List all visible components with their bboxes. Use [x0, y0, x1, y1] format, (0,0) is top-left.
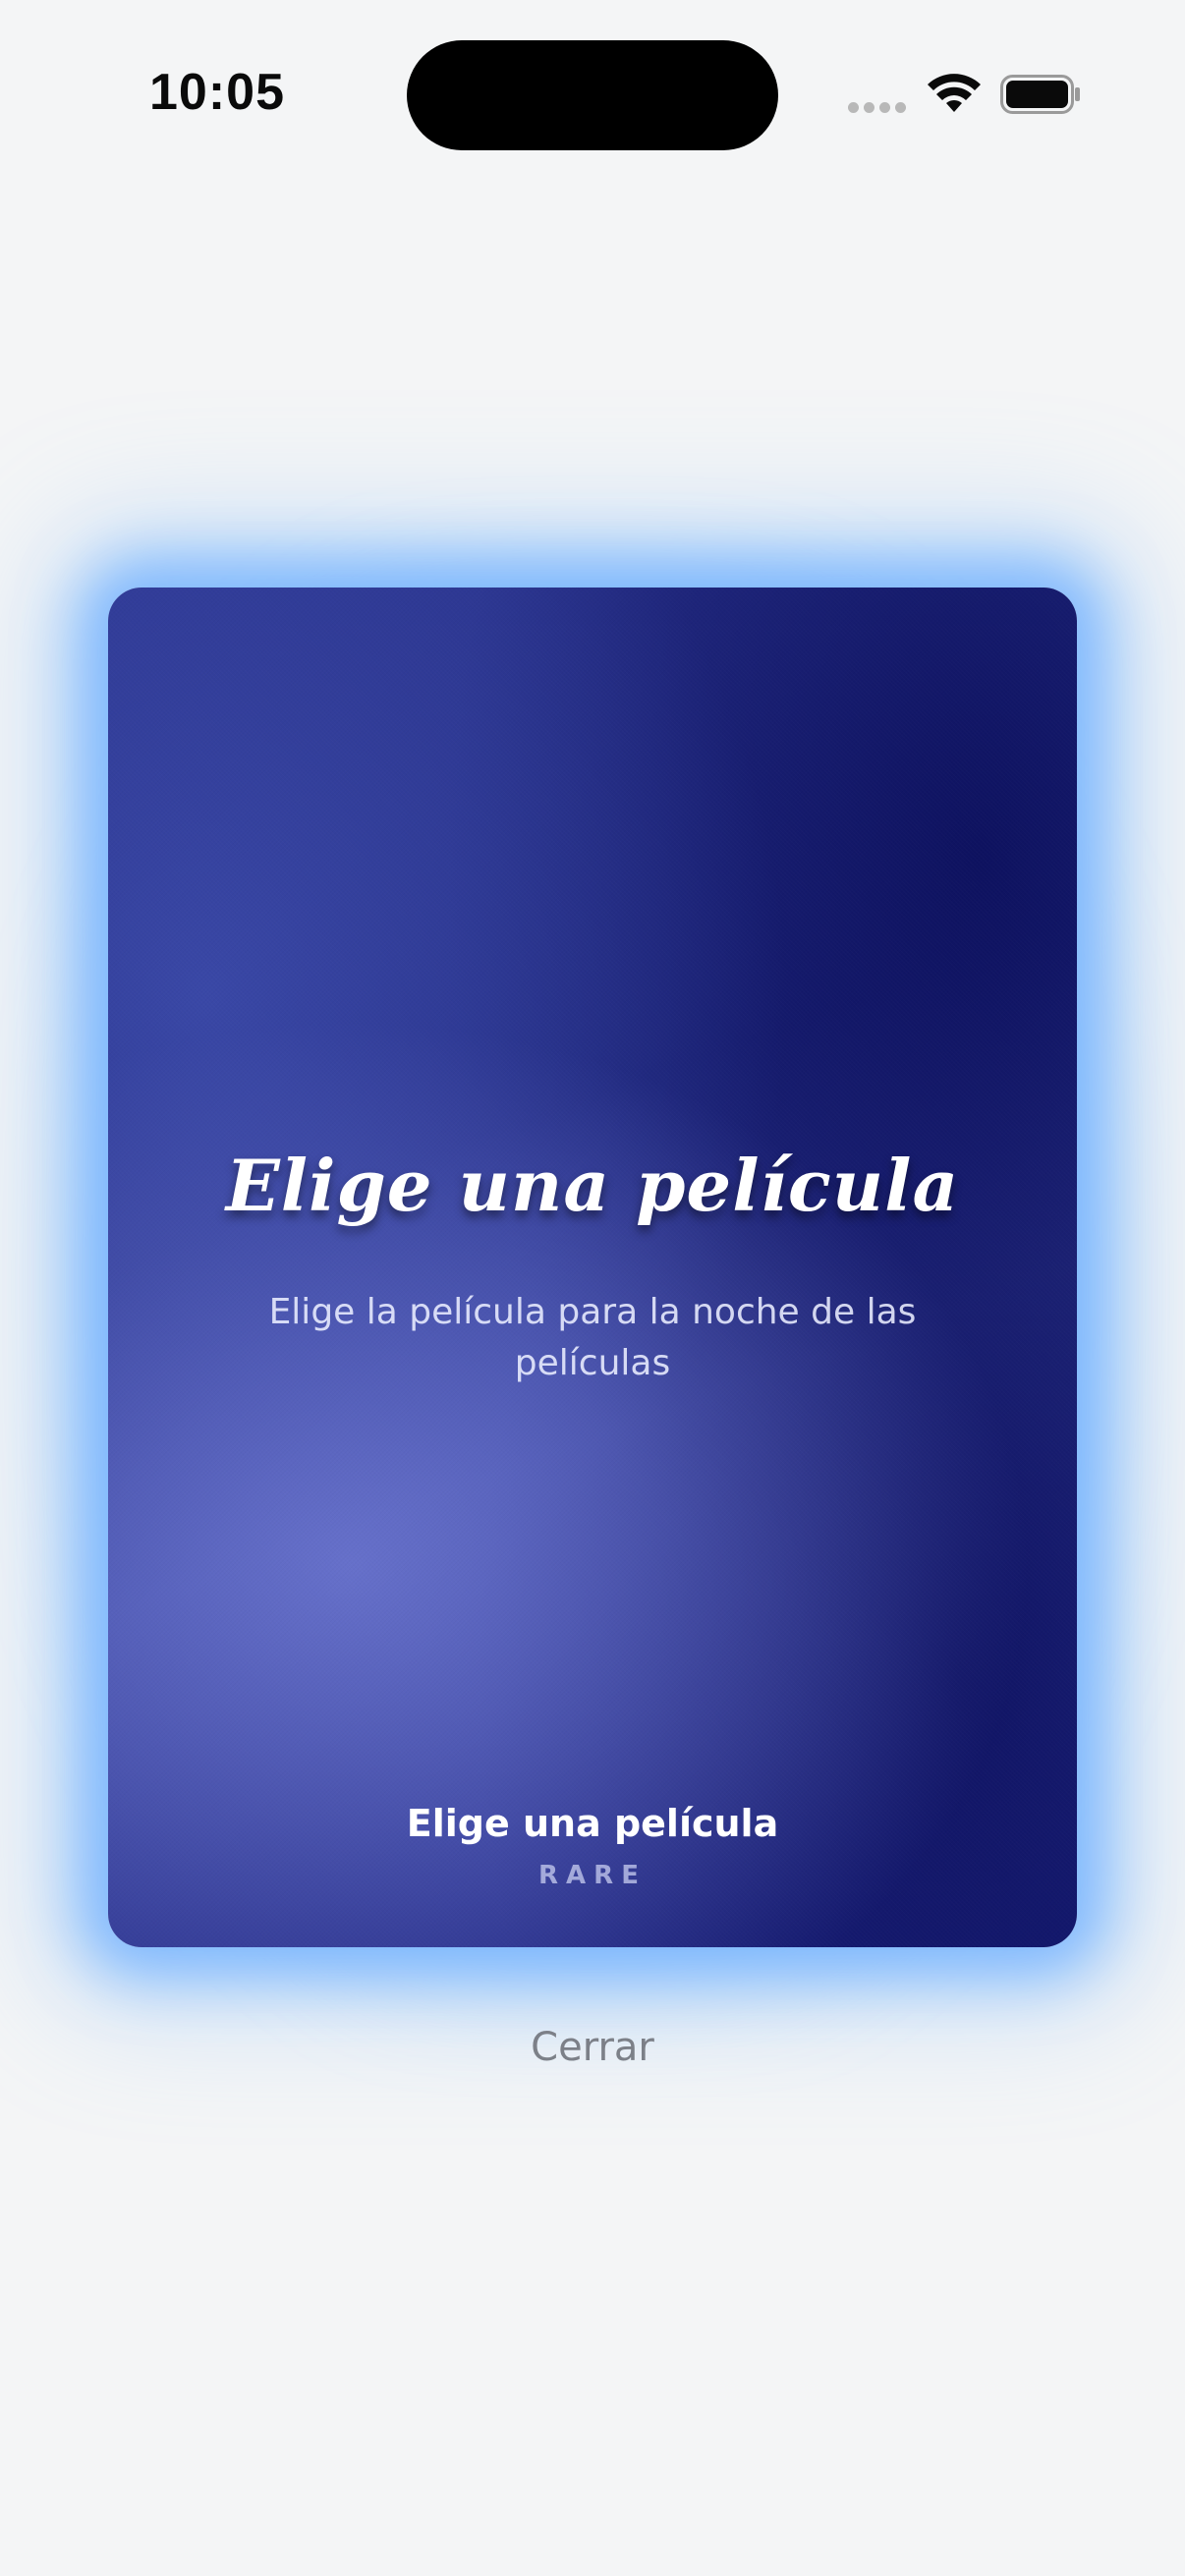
- card-footer-name: Elige una película: [406, 1802, 779, 1845]
- card-rarity-label: RARE: [538, 1861, 647, 1890]
- card-title: Elige una película: [225, 1144, 960, 1227]
- status-time: 10:05: [149, 64, 285, 121]
- cellular-signal-icon: [848, 102, 907, 116]
- card-subtitle: Elige la película para la noche de las p…: [268, 1292, 917, 1383]
- battery-icon: [1000, 75, 1080, 114]
- status-bar: 10:05: [0, 0, 1185, 187]
- screen: 10:05 Elige una película Elige la pelícu…: [0, 0, 1185, 2576]
- wifi-icon: [928, 74, 981, 112]
- close-button[interactable]: Cerrar: [494, 2016, 691, 2079]
- card-texture: [108, 588, 1077, 1947]
- movie-card[interactable]: Elige una película Elige la película par…: [108, 588, 1077, 1947]
- dynamic-island: [407, 40, 778, 150]
